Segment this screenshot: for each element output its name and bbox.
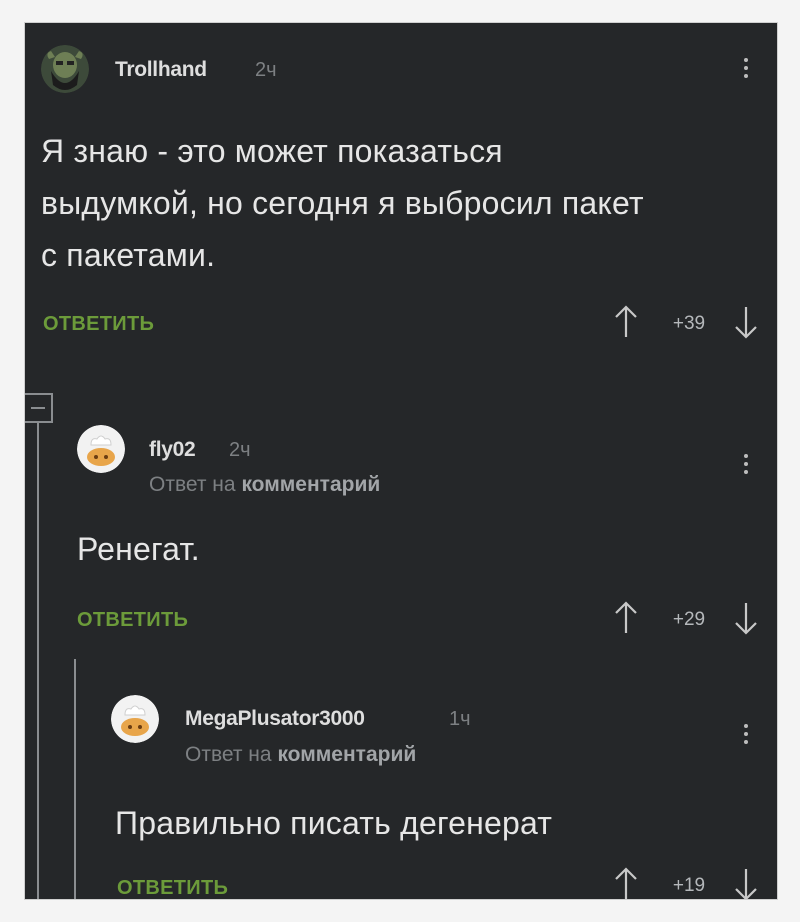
comment-text-line: выдумкой, но сегодня я выбросил пакет — [41, 185, 644, 221]
more-options-icon[interactable] — [742, 451, 750, 481]
comment-text-line: с пакетами. — [41, 237, 216, 273]
upvote-arrow-icon[interactable] — [613, 867, 639, 900]
bearded-man-avatar-icon[interactable] — [41, 45, 89, 93]
screenshot-frame: Trollhand 2ч Я знаю - это может показать… — [0, 0, 800, 922]
comment-text-line: Я знаю - это может показаться — [41, 133, 503, 169]
reply-button[interactable]: ОТВЕТИТЬ — [77, 609, 188, 632]
upvote-arrow-icon[interactable] — [613, 601, 639, 635]
comment-author[interactable]: MegaPlusator3000 — [185, 707, 365, 731]
downvote-arrow-icon[interactable] — [733, 305, 759, 339]
upvote-arrow-icon[interactable] — [613, 305, 639, 339]
comment-time: 2ч — [255, 59, 277, 81]
vote-score: +29 — [672, 609, 706, 630]
downvote-arrow-icon[interactable] — [733, 601, 759, 635]
reply-to-link[interactable]: комментарий — [277, 743, 416, 766]
vote-score: +19 — [672, 875, 706, 896]
reply-button[interactable]: ОТВЕТИТЬ — [43, 313, 154, 336]
default-chef-avatar-icon[interactable] — [77, 425, 125, 473]
comment-time: 2ч — [229, 439, 251, 461]
comment-trollhand: Trollhand 2ч Я знаю - это может показать… — [25, 23, 777, 363]
default-chef-avatar-icon[interactable] — [111, 695, 159, 743]
more-options-icon[interactable] — [742, 55, 750, 85]
comment-author[interactable]: fly02 — [149, 438, 196, 462]
comment-author[interactable]: Trollhand — [115, 58, 207, 82]
reply-to-prefix: Ответ на — [185, 743, 272, 766]
comment-fly02: fly02 2ч Ответ на комментарий Ренегат. О… — [25, 393, 777, 635]
comment-text: Правильно писать дегенерат — [115, 805, 553, 841]
comment-text: Я знаю - это может показаться выдумкой, … — [41, 125, 761, 281]
comments-panel: Trollhand 2ч Я знаю - это может показать… — [24, 22, 778, 900]
more-options-icon[interactable] — [742, 721, 750, 751]
reply-to-link[interactable]: комментарий — [241, 473, 380, 496]
vote-score: +39 — [672, 313, 706, 334]
reply-button[interactable]: ОТВЕТИТЬ — [117, 877, 228, 899]
reply-to-label: Ответ на комментарий — [149, 473, 380, 497]
comment-time: 1ч — [449, 708, 471, 730]
downvote-arrow-icon[interactable] — [733, 867, 759, 900]
comment-megaplusator3000: MegaPlusator3000 1ч Ответ на комментарий… — [25, 663, 777, 899]
comment-text: Ренегат. — [77, 531, 200, 567]
reply-to-label: Ответ на комментарий — [185, 743, 416, 767]
reply-to-prefix: Ответ на — [149, 473, 236, 496]
